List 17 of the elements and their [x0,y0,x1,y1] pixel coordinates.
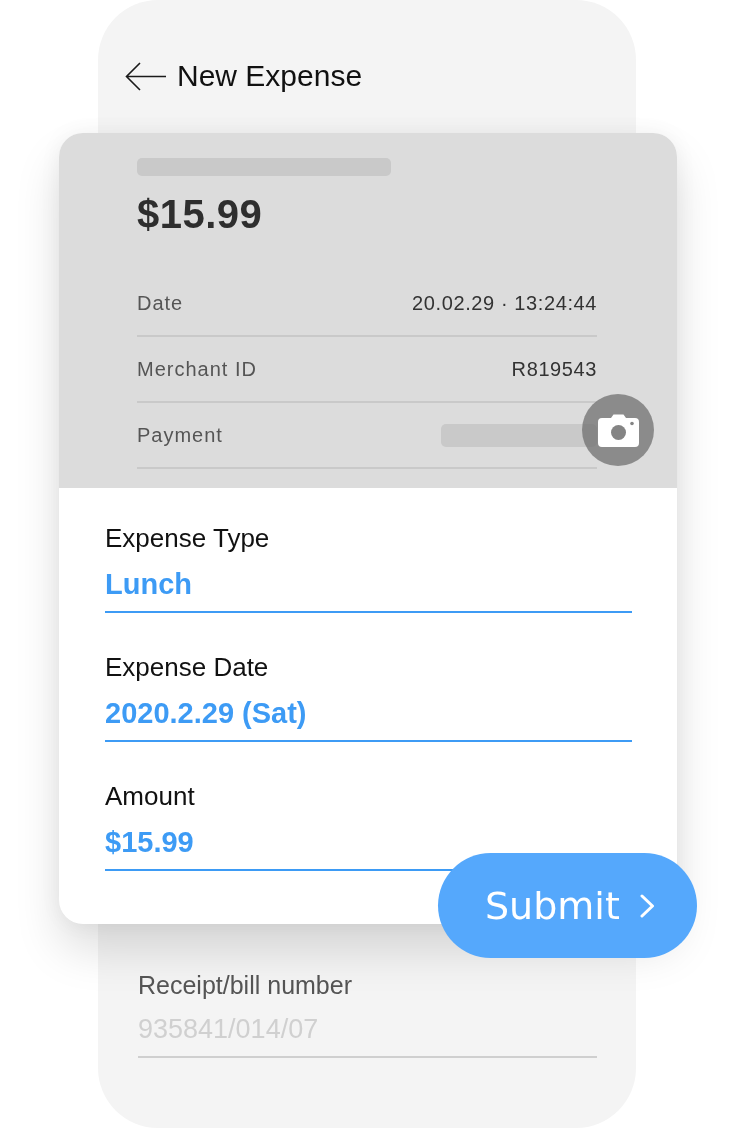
input-field[interactable]: Lunch [105,562,632,613]
chevron-right-icon [639,893,655,918]
detail-value: R819543 [511,357,597,381]
input-field[interactable]: 2020.2.29 (Sat) [105,691,632,742]
submit-button[interactable]: Submit [438,853,697,958]
detail-label: Merchant ID [137,357,257,381]
field-label: Amount [105,780,196,812]
field-label: Expense Date [105,651,270,683]
field-label: Expense Type [105,522,271,554]
detail-value: 20.02.29 · 13:24:44 [412,291,597,315]
camera-icon [597,413,639,447]
receipt-amount: $15.99 [137,191,264,238]
field-label: Receipt/bill number [138,970,353,1000]
detail-label: Payment [137,423,223,447]
detail-label: Date [137,291,184,315]
page-title: New Expense [177,58,363,94]
back-arrow-icon [125,61,166,91]
